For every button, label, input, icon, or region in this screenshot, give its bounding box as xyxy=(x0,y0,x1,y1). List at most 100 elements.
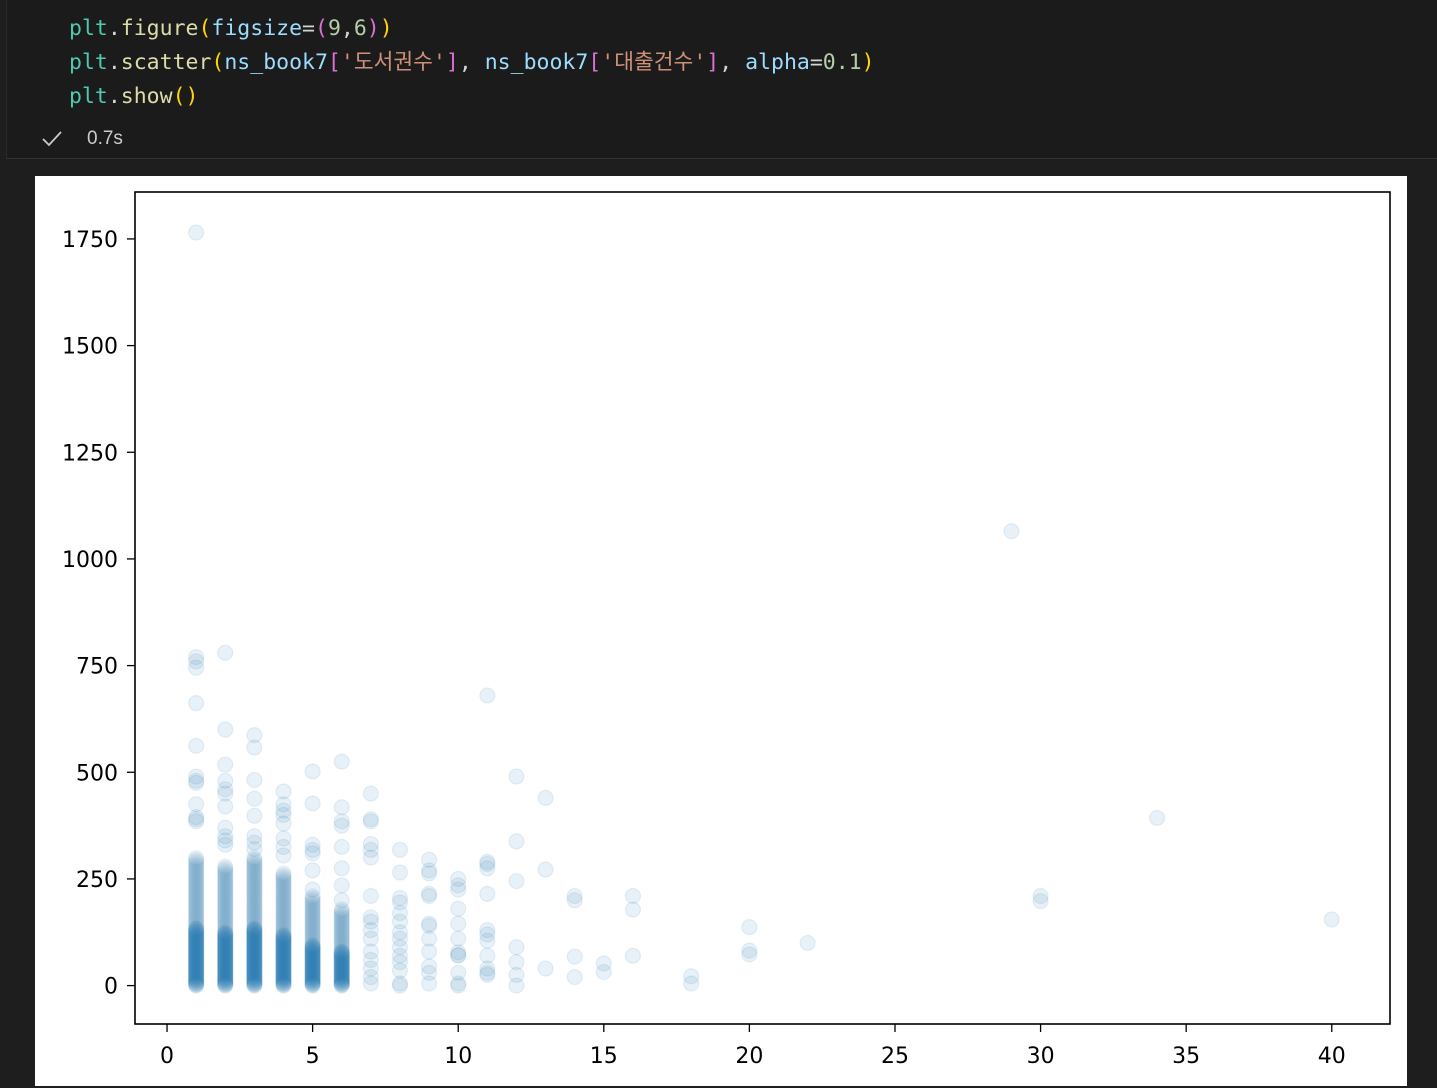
code-token: scatter xyxy=(120,50,212,75)
data-point xyxy=(450,915,467,932)
code-token: figsize xyxy=(211,16,303,41)
data-point xyxy=(391,841,409,859)
data-point xyxy=(595,963,612,981)
notebook-code-cell[interactable]: plt.figure(figsize=(9,6)) plt.scatter(ns_… xyxy=(6,0,1437,159)
x-tick-label: 15 xyxy=(590,1044,618,1069)
data-point xyxy=(362,813,379,830)
code-token: alpha xyxy=(745,50,810,75)
code-token: = xyxy=(809,50,823,75)
data-point xyxy=(1148,809,1166,827)
data-point xyxy=(333,817,350,834)
data-point xyxy=(450,947,467,964)
data-point xyxy=(304,862,321,879)
execution-time: 0.7s xyxy=(87,128,123,149)
data-point xyxy=(333,838,350,856)
code-token: ] xyxy=(445,50,459,75)
data-point xyxy=(479,687,496,704)
data-point xyxy=(508,977,525,994)
data-point xyxy=(450,881,467,898)
code-token: plt xyxy=(69,16,108,41)
y-tick-label: 750 xyxy=(76,655,118,680)
data-point xyxy=(420,865,438,882)
data-point xyxy=(362,785,379,802)
data-point xyxy=(450,977,467,994)
code-token: plt xyxy=(69,84,108,109)
code-token: () xyxy=(172,84,199,109)
data-point xyxy=(566,948,583,965)
data-point xyxy=(1323,911,1340,928)
data-point xyxy=(188,695,205,712)
data-point xyxy=(246,807,263,824)
data-point xyxy=(333,799,350,816)
code-editor[interactable]: plt.figure(figsize=(9,6)) plt.scatter(ns_… xyxy=(69,12,875,114)
data-point xyxy=(189,850,204,865)
code-token: ( xyxy=(314,16,328,41)
y-tick-label: 500 xyxy=(76,761,118,786)
data-point xyxy=(333,877,350,894)
code-token: plt xyxy=(69,50,108,75)
data-point xyxy=(333,892,350,909)
data-point xyxy=(420,887,438,905)
code-token: [ xyxy=(327,50,341,75)
code-token: . xyxy=(107,50,121,75)
data-point xyxy=(188,224,205,241)
data-point xyxy=(333,753,350,770)
data-point xyxy=(624,947,642,964)
code-token: , xyxy=(719,50,746,75)
data-point xyxy=(1003,523,1020,540)
data-point xyxy=(479,860,496,877)
data-point xyxy=(479,885,496,902)
data-point xyxy=(683,975,700,992)
data-point xyxy=(218,859,233,874)
y-tick-label: 250 xyxy=(76,868,118,893)
data-point xyxy=(188,659,205,676)
data-point xyxy=(362,975,379,992)
y-tick-label: 1000 xyxy=(62,548,118,573)
code-token: 9 xyxy=(327,16,341,41)
code-token: 0.1 xyxy=(822,50,862,75)
data-point xyxy=(537,789,554,806)
y-tick-label: 1750 xyxy=(62,228,118,253)
code-token: , xyxy=(340,16,354,41)
data-point xyxy=(275,847,292,864)
data-point xyxy=(566,968,583,986)
data-point xyxy=(362,849,379,866)
code-token: '대출건수' xyxy=(601,50,707,75)
data-point xyxy=(217,721,234,738)
code-token: ns_book7 xyxy=(224,50,328,75)
data-point xyxy=(304,845,321,862)
data-point xyxy=(188,774,205,792)
checkmark-icon xyxy=(42,131,62,147)
data-point xyxy=(537,861,554,878)
x-tick-label: 5 xyxy=(306,1044,320,1069)
data-point xyxy=(508,939,525,956)
data-point xyxy=(479,932,496,949)
code-token: 6 xyxy=(353,16,367,41)
data-point xyxy=(624,901,642,918)
data-point xyxy=(508,833,525,850)
x-tick-label: 10 xyxy=(444,1044,472,1069)
code-token: ) xyxy=(861,50,875,75)
x-tick-label: 40 xyxy=(1318,1044,1346,1069)
data-point xyxy=(276,865,291,880)
cell-output: 0 5 10 15 20 25 30 35 40 0 250 500 750 1000 1250 1500 17… xyxy=(35,176,1407,1086)
y-tick-label: 0 xyxy=(104,975,118,1000)
data-point xyxy=(217,836,234,853)
code-token: . xyxy=(107,84,121,109)
data-point xyxy=(362,887,379,905)
code-token: ] xyxy=(706,50,720,75)
x-tick-label: 20 xyxy=(735,1044,763,1069)
code-token: ) xyxy=(366,16,380,41)
code-token: ) xyxy=(379,16,393,41)
code-token: ( xyxy=(198,16,212,41)
data-point xyxy=(217,798,234,815)
data-point xyxy=(188,737,205,754)
code-token: . xyxy=(107,16,121,41)
axes-frame xyxy=(134,191,1391,1025)
data-point xyxy=(188,813,205,830)
data-point xyxy=(275,815,292,832)
code-token: [ xyxy=(588,50,602,75)
data-point xyxy=(304,795,321,812)
data-point xyxy=(304,881,321,898)
code-token: ( xyxy=(211,50,225,75)
